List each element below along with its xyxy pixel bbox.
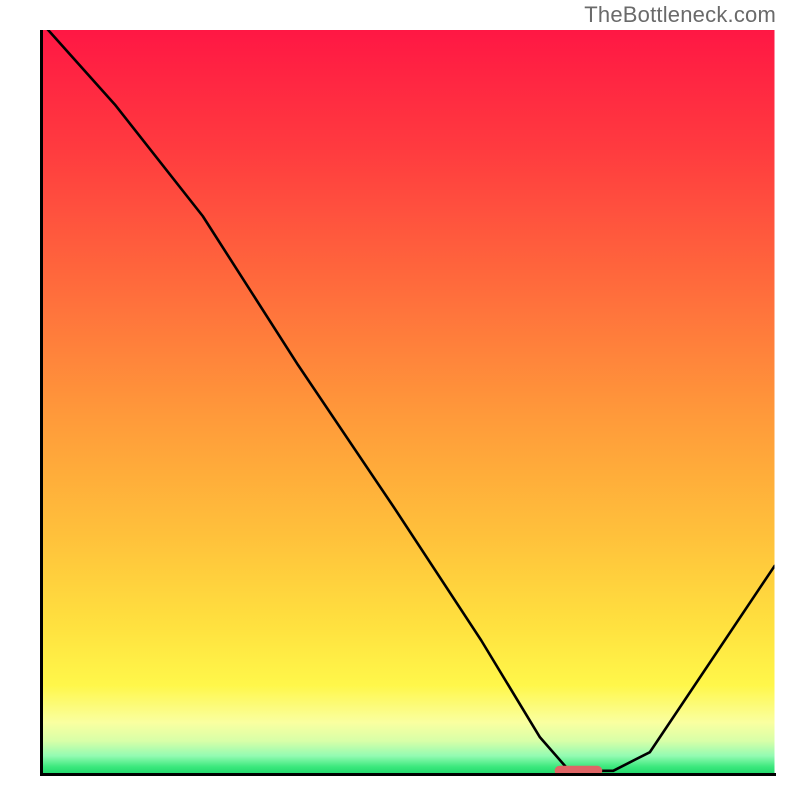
plot-area xyxy=(40,30,776,776)
gradient-fill xyxy=(42,30,775,775)
chart-root: TheBottleneck.com xyxy=(0,0,800,800)
chart-svg xyxy=(40,30,776,776)
watermark-text: TheBottleneck.com xyxy=(584,2,776,28)
